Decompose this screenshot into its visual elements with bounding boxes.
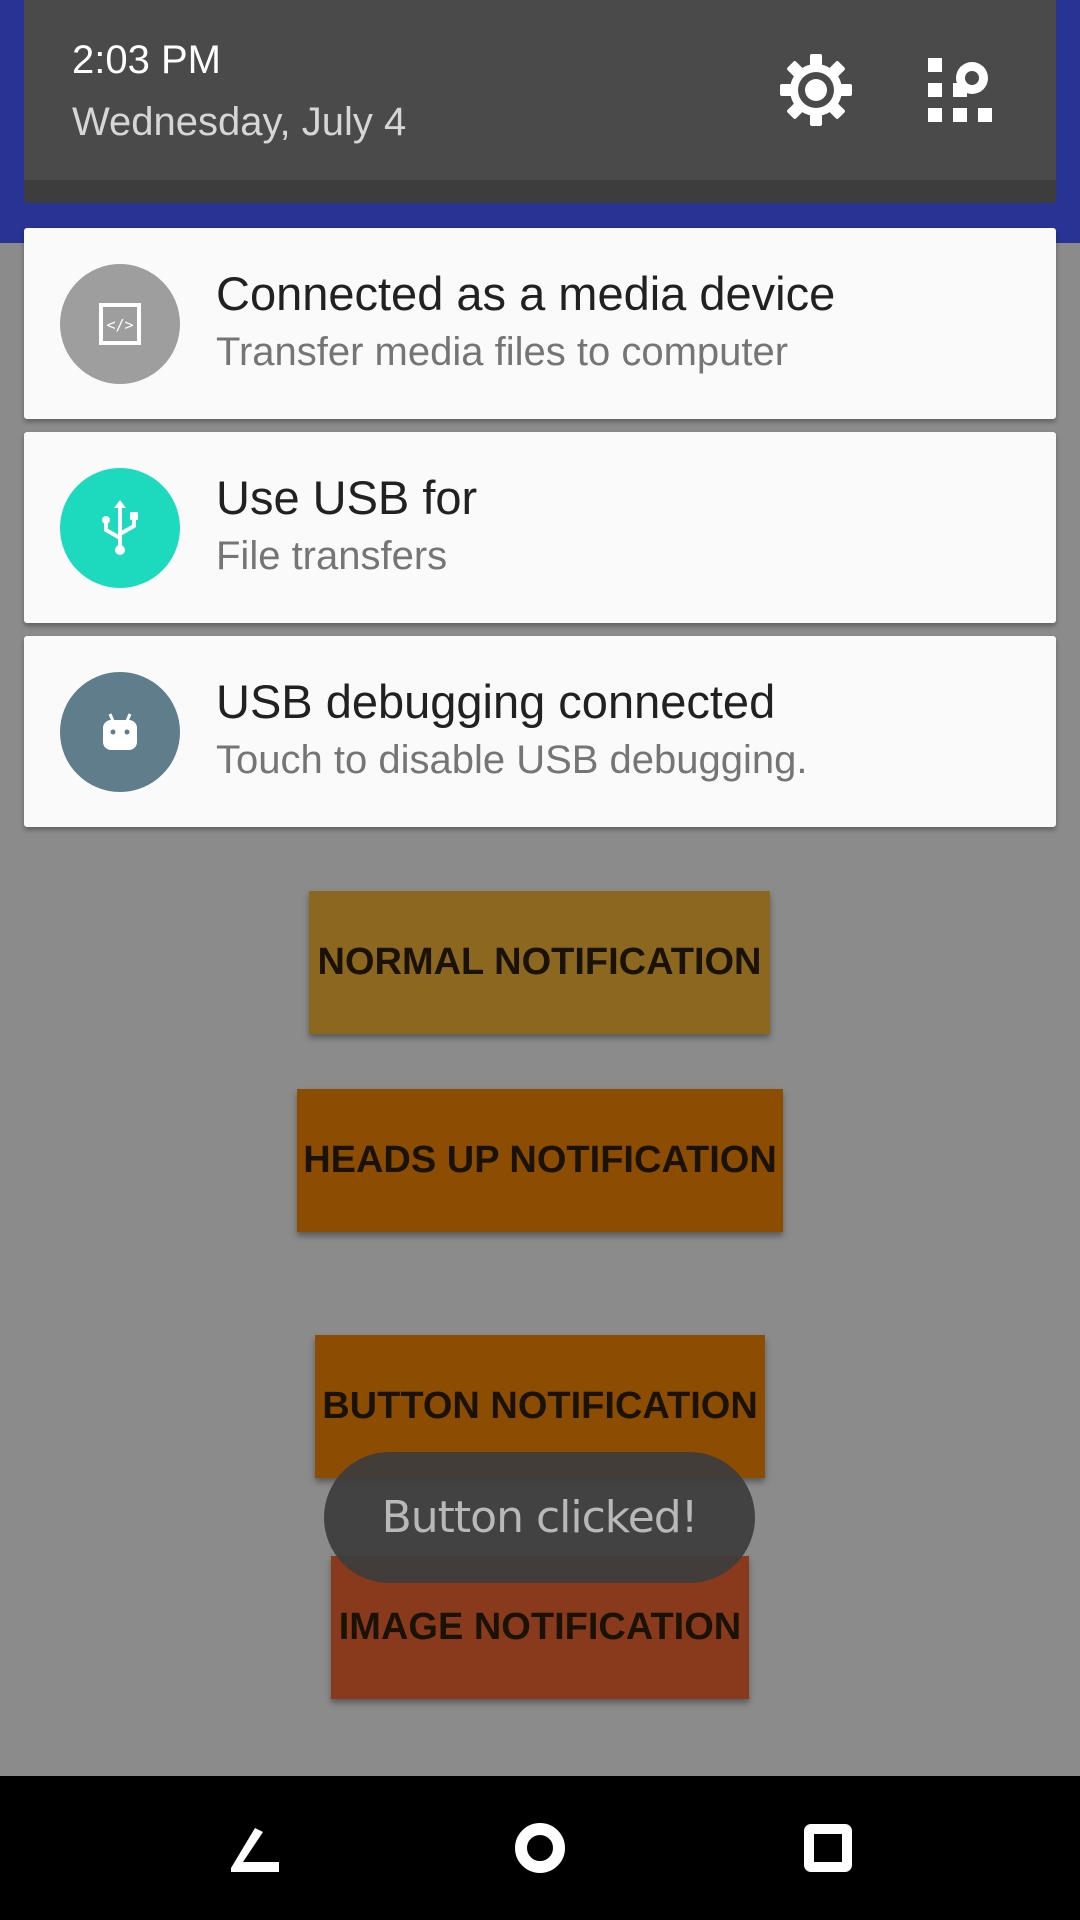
back-icon [231,1828,279,1872]
home-button[interactable] [500,1808,580,1888]
navigation-bar [0,1776,1080,1920]
usb-icon [60,468,180,588]
notification-media-device[interactable]: </> Connected as a media device Transfer… [24,228,1056,419]
toast-message: Button clicked! [324,1452,755,1583]
notification-subtitle: Touch to disable USB debugging. [216,738,808,782]
home-icon [515,1823,565,1873]
android-icon [60,672,180,792]
normal-notification-button[interactable]: NORMAL NOTIFICATION [309,891,770,1034]
notification-title: Use USB for [216,471,478,524]
notification-subtitle: File transfers [216,534,448,578]
notification-use-usb[interactable]: Use USB for File transfers [24,432,1056,623]
notification-shade-header: 2:03 PM Wednesday, July 4 [24,0,1056,203]
notification-title: Connected as a media device [216,267,836,320]
back-button[interactable] [213,1808,293,1888]
settings-gear-icon[interactable] [778,52,854,128]
recents-button[interactable] [788,1808,868,1888]
notification-subtitle: Transfer media files to computer [216,330,789,374]
quick-settings-tiles-icon[interactable] [928,58,992,122]
heads-up-notification-button[interactable]: HEADS UP NOTIFICATION [297,1089,783,1232]
shade-handle[interactable] [24,180,1056,203]
svg-text:</>: </> [106,316,133,334]
shade-time: 2:03 PM [72,38,221,82]
shade-date[interactable]: Wednesday, July 4 [72,100,406,145]
code-icon: </> [60,264,180,384]
notification-usb-debugging[interactable]: USB debugging connected Touch to disable… [24,636,1056,827]
notification-title: USB debugging connected [216,675,776,728]
recents-icon [804,1824,852,1872]
